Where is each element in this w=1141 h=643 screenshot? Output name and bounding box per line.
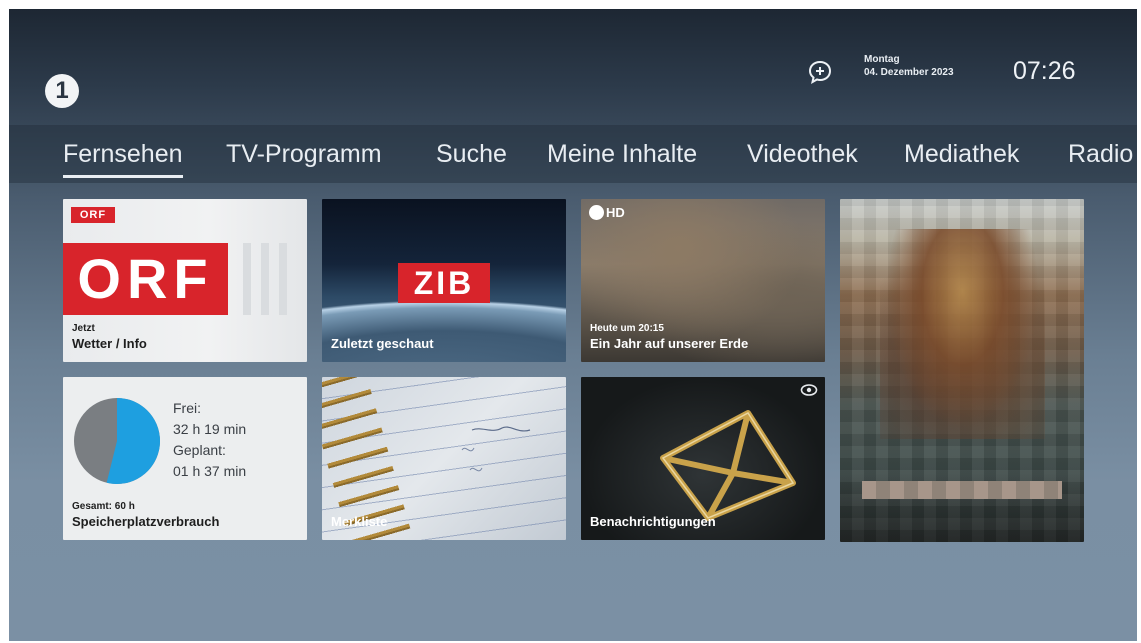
- tab-suche[interactable]: Suche: [436, 140, 507, 169]
- tile-subtitle: Gesamt: 60 h: [72, 501, 135, 512]
- channel-dot-icon: [589, 205, 604, 220]
- date-full: 04. Dezember 2023: [864, 67, 954, 78]
- tab-tv-programm[interactable]: TV-Programm: [226, 140, 382, 169]
- handwriting-scribble: [461, 426, 531, 472]
- tile-caption: Jetzt Wetter / Info: [72, 323, 147, 352]
- clock: 07:26: [1013, 57, 1076, 85]
- tile-caption: Zuletzt geschaut: [331, 335, 434, 352]
- orf-logo-small: ORF: [71, 207, 115, 223]
- tab-meine-inhalte[interactable]: Meine Inhalte: [547, 140, 697, 169]
- tab-radio[interactable]: Radio: [1068, 140, 1133, 169]
- top-bar: 1 Montag 04. Dezember 2023 07:26: [9, 9, 1137, 125]
- zib-logo: ZIB: [398, 263, 490, 303]
- tile-featured-poster[interactable]: [840, 199, 1084, 542]
- tile-caption: Gesamt: 60 h Speicherplatzverbrauch: [72, 501, 219, 530]
- tile-recently-watched[interactable]: ZIB Zuletzt geschaut: [322, 199, 566, 362]
- stripe: [261, 243, 269, 315]
- storage-pie-chart: [74, 398, 161, 484]
- tile-notifications[interactable]: Benachrichtigungen: [581, 377, 825, 540]
- tile-caption: Merkliste: [331, 513, 387, 530]
- eye-icon: [800, 384, 818, 396]
- main-nav: Fernsehen TV-Programm Suche Meine Inhalt…: [9, 125, 1137, 183]
- tile-title: Wetter / Info: [72, 336, 147, 351]
- tile-title: Ein Jahr auf unserer Erde: [590, 336, 749, 351]
- tv-home-screen: 1 Montag 04. Dezember 2023 07:26 Fernseh…: [9, 9, 1137, 641]
- tab-videothek[interactable]: Videothek: [747, 140, 858, 169]
- free-label: Frei:: [173, 400, 201, 416]
- tile-title: Zuletzt geschaut: [331, 336, 434, 351]
- tab-fernsehen[interactable]: Fernsehen: [63, 140, 183, 178]
- speech-bubble-plus-icon[interactable]: [807, 59, 833, 85]
- tile-live-tv[interactable]: ORF ORF Jetzt Wetter / Info: [63, 199, 307, 362]
- tile-subtitle: Heute um 20:15: [590, 323, 664, 334]
- tile-title: Merkliste: [331, 514, 388, 529]
- tile-caption: Benachrichtigungen: [590, 513, 716, 530]
- envelope-icon: [660, 410, 796, 521]
- tile-storage[interactable]: Frei: 32 h 19 min Geplant: 01 h 37 min G…: [63, 377, 307, 540]
- tab-mediathek[interactable]: Mediathek: [904, 140, 1019, 169]
- tile-tonight[interactable]: HD Heute um 20:15 Ein Jahr auf unserer E…: [581, 199, 825, 362]
- stripe: [243, 243, 251, 315]
- planned-value: 01 h 37 min: [173, 463, 247, 479]
- date-day: Montag: [864, 54, 900, 65]
- planned-label: Geplant:: [173, 442, 226, 458]
- poster-artwork: [880, 229, 1045, 439]
- free-value: 32 h 19 min: [173, 421, 247, 437]
- tile-subtitle: Jetzt: [72, 323, 95, 334]
- channel-logo-text: HD: [606, 205, 625, 220]
- poster-title-band: [862, 481, 1062, 499]
- storage-info: Frei: 32 h 19 min Geplant: 01 h 37 min: [173, 398, 246, 482]
- tile-title: Benachrichtigungen: [590, 514, 716, 529]
- tile-watchlist[interactable]: Merkliste: [322, 377, 566, 540]
- orf-logo-big: ORF: [63, 243, 228, 315]
- profile-badge[interactable]: 1: [45, 74, 79, 108]
- tile-caption: Heute um 20:15 Ein Jahr auf unserer Erde: [590, 323, 748, 352]
- tile-title: Speicherplatzverbrauch: [72, 514, 220, 529]
- date-display: Montag 04. Dezember 2023: [864, 53, 954, 79]
- channel-logo: HD: [589, 205, 625, 220]
- stripe: [279, 243, 287, 315]
